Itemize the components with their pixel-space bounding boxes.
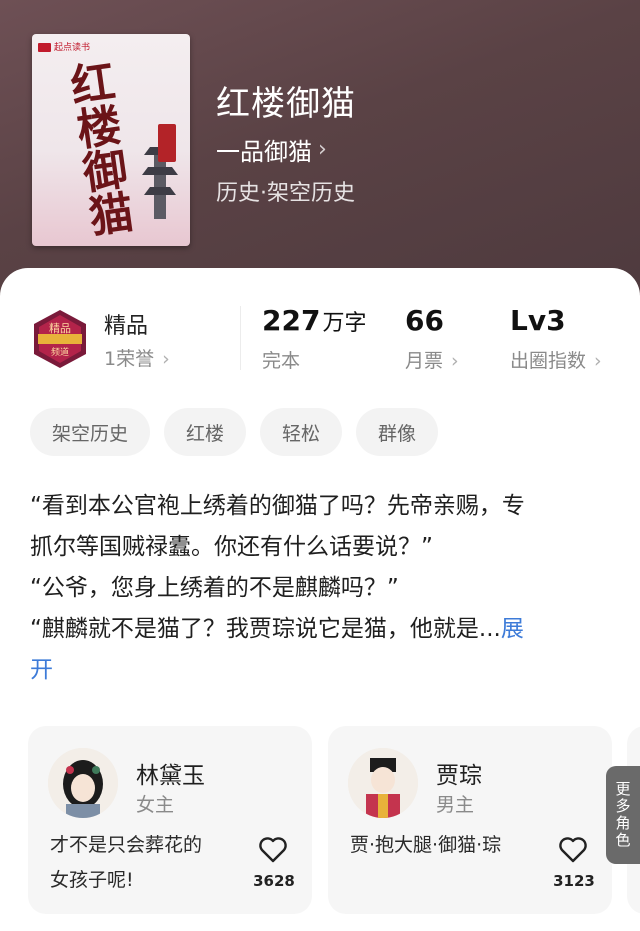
more-characters-button[interactable]: 更多角色 [606, 766, 640, 864]
circle-index-level: Lv3 [510, 304, 566, 337]
chevron-right-icon: › [451, 350, 459, 372]
character-role: 男主 [436, 794, 475, 816]
premium-badge-icon[interactable]: 精品 频道 [30, 308, 90, 370]
like-count: 3628 [253, 872, 295, 890]
character-quote: 贾·抱大腿·御猫·琮 [350, 834, 502, 856]
character-role: 女主 [136, 794, 175, 816]
book-info-card: 精品 频道 精品 1荣誉 › 227万字 完本 66 月票 › Lv3 出圈指数 › … [0, 268, 640, 931]
tag-chip[interactable]: 轻松 [260, 408, 343, 456]
expand-link[interactable]: 开 [30, 657, 53, 683]
word-count: 227万字 [262, 304, 367, 337]
book-genre[interactable]: 历史·架空历史 [216, 175, 355, 207]
heart-icon[interactable] [558, 836, 588, 864]
cover-seal [158, 124, 176, 162]
synopsis-line: 抓尔等国贼禄蠹。你还有什么话要说？” [30, 534, 433, 560]
expand-link[interactable]: 展 [501, 616, 524, 642]
honor-count: 1荣誉 [104, 348, 155, 370]
book-title: 红楼御猫 [216, 84, 356, 124]
character-quote: 才不是只会葬花的 女孩子呢! [50, 834, 203, 891]
author-name: 一品御猫 [216, 138, 312, 166]
synopsis-line: “公爷，您身上绣着的不是麒麟吗？” [30, 575, 399, 601]
book-synopsis: “看到本公官袍上绣着的御猫了吗？先帝亲赐，专 抓尔等国贼禄蠹。你还有什么话要说？… [30, 486, 612, 691]
character-card[interactable]: 贾琮 男主 贾·抱大腿·御猫·琮 3123 [328, 726, 612, 914]
synopsis-line: 开 [30, 650, 612, 691]
synopsis-line: “麒麟就不是猫了？我贾琮说它是猫，他就是...展 [30, 616, 524, 642]
stats-row: 精品 频道 精品 1荣誉 › 227万字 完本 66 月票 › Lv3 出圈指数 › [0, 268, 640, 378]
tag-chip[interactable]: 红楼 [164, 408, 247, 456]
svg-text:精品: 精品 [49, 322, 71, 335]
character-avatar [348, 748, 418, 818]
tag-list: 架空历史 红楼 轻松 群像 [30, 408, 439, 456]
character-name: 贾琮 [436, 763, 482, 789]
synopsis-line: “看到本公官袍上绣着的御猫了吗？先帝亲赐，专 [30, 493, 525, 519]
chevron-right-icon: › [318, 137, 327, 162]
honor-title: 精品 [104, 314, 149, 339]
completion-status: 完本 [262, 350, 301, 372]
chevron-right-icon: › [162, 348, 170, 370]
svg-text:频道: 频道 [51, 346, 69, 358]
character-name: 林黛玉 [136, 763, 205, 789]
honor-link[interactable]: 1荣誉 › [104, 344, 170, 371]
stats-divider [240, 306, 241, 370]
author-link[interactable]: 一品御猫 › [216, 132, 327, 167]
monthly-ticket-link[interactable]: 月票 › [405, 346, 459, 373]
character-avatar [48, 748, 118, 818]
monthly-ticket-count: 66 [405, 304, 444, 337]
book-cover[interactable]: 起点读书 红楼御猫 [32, 34, 190, 246]
like-count: 3123 [553, 872, 595, 890]
cover-brand: 起点读书 [38, 40, 90, 53]
character-list: 林黛玉 女主 才不是只会葬花的 女孩子呢! 3628 贾琮 男主 贾·抱大腿·御… [0, 726, 640, 916]
tag-chip[interactable]: 群像 [356, 408, 439, 456]
chevron-right-icon: › [594, 350, 602, 372]
tag-chip[interactable]: 架空历史 [30, 408, 151, 456]
circle-index-link[interactable]: 出圈指数 › [510, 346, 602, 373]
character-card[interactable]: 林黛玉 女主 才不是只会葬花的 女孩子呢! 3628 [28, 726, 312, 914]
heart-icon[interactable] [258, 836, 288, 864]
cover-title-art: 红楼御猫 [59, 57, 135, 240]
